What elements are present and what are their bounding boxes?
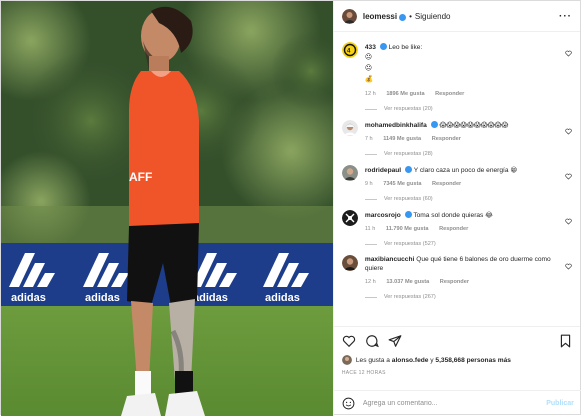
replies-divider [364,296,377,298]
comment-time: 12 h [364,279,376,285]
view-replies-button[interactable]: Ver respuestas (20) [364,106,556,112]
verified-badge-icon [404,211,412,218]
liker-avatar [341,355,352,365]
comment-username[interactable]: maxibiancucchi [365,256,414,263]
add-comment-bar: Publicar [333,390,581,416]
comment-text: 😱😱😱😱😱😱😱😱😱😱 [439,122,509,129]
likes-middle: y [430,356,434,364]
likes-count[interactable]: 5,358,668 personas más [435,357,511,364]
shirt-text: AFF [129,170,152,184]
replies-divider [364,243,377,245]
heart-icon[interactable] [342,334,356,348]
comment-emoji: 😐 [364,54,373,61]
comment-time: 9 h [364,181,373,187]
publish-button[interactable]: Publicar [546,400,574,407]
comment-avatar-mohamedbinkhalifa[interactable] [341,120,358,136]
post-timestamp: HACE 12 HORAS [341,370,386,376]
view-replies-label: Ver respuestas (28) [383,151,433,157]
ellipsis-icon[interactable]: ··· [559,11,572,22]
reply-button[interactable]: Responder [440,279,469,285]
view-replies-button[interactable]: Ver respuestas (527) [364,241,556,247]
replies-divider [364,198,377,200]
comment-username[interactable]: marcosrojo [365,212,401,219]
comment-icon[interactable] [365,334,379,348]
follow-status-button[interactable]: Siguiendo [415,12,451,21]
heart-icon[interactable] [565,128,572,135]
heart-icon[interactable] [565,50,572,57]
comment-avatar-rodridepaul[interactable] [341,165,358,181]
comment-likes[interactable]: 7345 Me gusta [383,181,421,187]
verified-badge-icon [399,13,407,21]
reply-button[interactable]: Responder [432,181,461,187]
author-username[interactable]: leomessi [363,12,397,21]
verified-badge-icon [404,166,412,173]
comment-likes[interactable]: 1149 Me gusta [383,136,421,142]
comment-time: 12 h [364,91,376,97]
comment-username[interactable]: rodridepaul [365,167,401,174]
header-separator: • [409,11,412,21]
comment-username[interactable]: 433 [365,44,376,51]
verified-badge-icon [430,121,438,128]
likes-prefix: Les gusta a [355,356,390,364]
comment-emoji: 💰 [364,76,374,83]
comment-time: 7 h [364,136,373,142]
reply-button[interactable]: Responder [435,91,464,97]
reply-button[interactable]: Responder [439,226,468,232]
view-replies-label: Ver respuestas (527) [383,241,436,247]
comment-username[interactable]: mohamedbinkhalifa [365,122,427,129]
player-figure: AFF [121,6,205,416]
comment-emoji: 😐 [364,65,373,72]
share-icon[interactable] [388,334,402,348]
comment-text: Y claro caza un poco de energía 😁 [413,167,518,174]
post-sidebar: leomessi • Siguiendo ··· 4 433 Leo be li… [332,1,581,416]
smiley-icon[interactable] [342,397,355,410]
comment-item: rodridepaul Y claro caza un poco de ener… [341,165,572,202]
view-replies-button[interactable]: Ver respuestas (267) [364,294,556,300]
reply-button[interactable]: Responder [432,136,461,142]
replies-divider [364,153,377,155]
comment-avatar-marcosrojo[interactable] [341,210,358,226]
heart-icon[interactable] [565,173,572,180]
view-replies-label: Ver respuestas (60) [383,196,433,202]
replies-divider [364,108,377,110]
verified-badge-icon [379,43,387,50]
heart-icon[interactable] [565,263,572,270]
view-replies-label: Ver respuestas (20) [383,106,433,112]
comment-text: Toma sol donde quieras 😂 [413,212,493,219]
view-replies-button[interactable]: Ver respuestas (60) [364,196,556,202]
author-avatar[interactable] [341,8,357,24]
post-photo[interactable]: adidas adidas adidas adidas AFF [1,1,333,416]
comment-likes[interactable]: 11.790 Me gusta [386,226,429,232]
likes-summary[interactable]: Les gusta a alonso.fede y 5,358,668 pers… [341,355,572,365]
action-icons [342,333,572,349]
instagram-post: adidas adidas adidas adidas AFF leomessi… [0,0,581,416]
bookmark-icon[interactable] [559,334,572,348]
comment-item: maxibiancucchi Que qué tiene 6 balones d… [341,255,572,300]
comment-avatar-maxibiancucchi[interactable] [341,255,358,271]
comment-likes[interactable]: 1896 Me gusta [386,91,424,97]
comment-text: Leo be like: [388,44,423,51]
comments-list[interactable]: 4 433 Leo be like: 😐 😐 💰 12 h 1896 Me gu… [334,32,580,326]
comment-input[interactable] [362,400,547,407]
comment-likes[interactable]: 13.037 Me gusta [386,279,429,285]
comment-item: marcosrojo Toma sol donde quieras 😂 11 h… [341,210,572,247]
liker-username[interactable]: alonso.fede [392,357,429,364]
comment-item: mohamedbinkhalifa 😱😱😱😱😱😱😱😱😱😱 7 h 1149 Me… [341,120,572,157]
heart-icon[interactable] [565,218,572,225]
view-replies-label: Ver respuestas (267) [383,294,436,300]
comment-avatar-433[interactable]: 4 [341,42,358,58]
view-replies-button[interactable]: Ver respuestas (28) [364,151,556,157]
comment-item: 4 433 Leo be like: 😐 😐 💰 12 h 1896 Me gu… [341,42,572,112]
comment-time: 11 h [364,226,376,232]
post-header: leomessi • Siguiendo ··· [333,1,580,32]
